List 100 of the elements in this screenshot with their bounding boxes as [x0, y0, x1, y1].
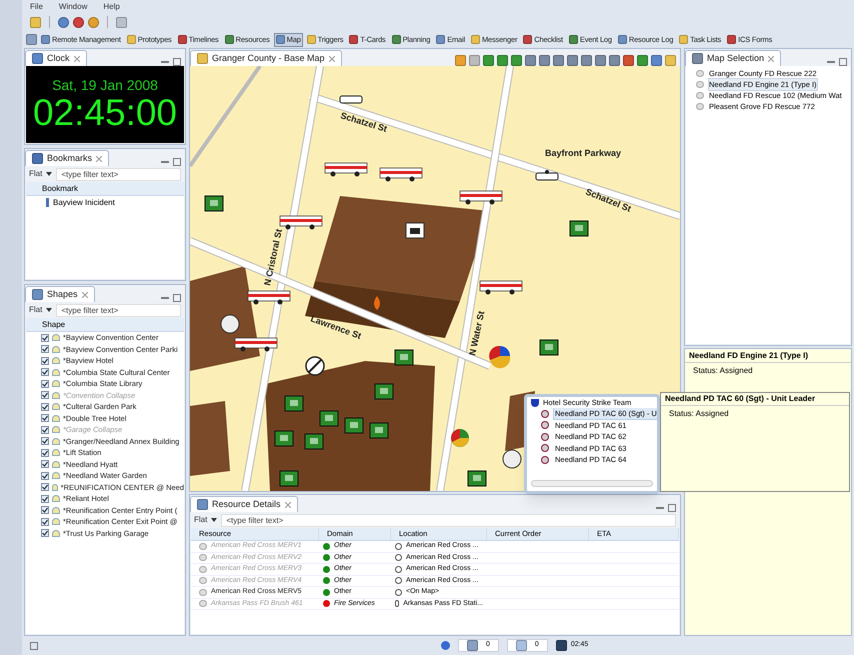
clock-date: Sat, 19 Jan 2008	[52, 76, 158, 92]
fire-truck-icon[interactable]	[480, 280, 522, 294]
perspective-icon	[436, 35, 446, 44]
checkbox[interactable]	[41, 437, 49, 446]
fire-icon[interactable]	[374, 296, 380, 310]
close-icon[interactable]	[82, 292, 88, 298]
toolbar-icon	[665, 55, 676, 66]
tooltip-title: Needland PD TAC 60 (Sgt) - Unit Leader	[661, 393, 849, 406]
perspective-icon	[523, 35, 532, 44]
sign-icon[interactable]	[305, 356, 325, 376]
perspective-icon	[276, 35, 285, 44]
view-tab[interactable]: Shapes	[25, 286, 95, 302]
close-icon[interactable]	[284, 502, 291, 508]
checkbox[interactable]	[41, 368, 49, 376]
checkbox[interactable]	[41, 391, 49, 400]
pie-marker-icon[interactable]	[489, 346, 510, 368]
close-icon[interactable]	[768, 56, 774, 62]
checkbox[interactable]	[41, 506, 49, 514]
clock-time: 02:45:00	[32, 92, 178, 132]
fire-truck-icon[interactable]	[380, 168, 422, 182]
view-tab[interactable]: Granger County - Base Map	[190, 50, 342, 66]
list-item[interactable]: Bayview Inicident	[53, 196, 115, 208]
caret-icon	[46, 308, 52, 312]
perspective-icon	[392, 35, 401, 44]
checkbox[interactable]	[41, 426, 49, 434]
unit-marker-icon[interactable]	[304, 434, 324, 450]
caret-icon	[211, 518, 218, 522]
column-header[interactable]: Shape	[26, 318, 184, 332]
unit-marker-icon[interactable]	[468, 470, 486, 486]
maximize-icon[interactable]	[668, 504, 676, 512]
fire-truck-icon[interactable]	[234, 338, 278, 352]
view-tab[interactable]: Clock	[25, 50, 87, 66]
checkbox[interactable]	[41, 494, 49, 503]
unit-marker-icon[interactable]	[344, 418, 364, 434]
fire-truck-icon[interactable]	[460, 190, 502, 204]
checkbox[interactable]	[41, 414, 49, 422]
mode-dropdown[interactable]: Flat	[194, 514, 218, 526]
column-header[interactable]: Bookmark	[26, 182, 184, 196]
street-label: N Water St	[467, 310, 486, 356]
toolbar-icon	[581, 55, 592, 66]
checkbox[interactable]	[41, 529, 49, 538]
toolbar-icon	[539, 55, 550, 66]
checkbox[interactable]	[41, 483, 49, 492]
toolbar-icon	[651, 55, 662, 66]
checkbox[interactable]	[41, 518, 49, 526]
mode-dropdown[interactable]: Flat	[29, 304, 52, 316]
filter-field[interactable]: <type filter text>	[56, 304, 181, 316]
toolbar-icon	[469, 55, 480, 66]
mode-dropdown[interactable]: Flat	[29, 168, 52, 180]
perspective-icon	[41, 35, 50, 44]
filter-field[interactable]: <type filter text>	[221, 514, 676, 526]
unit-marker-icon[interactable]	[370, 422, 388, 438]
toolbar-icon	[511, 55, 522, 66]
checkbox[interactable]	[41, 472, 49, 480]
pie-marker-icon[interactable]	[451, 429, 469, 447]
toolbar-icon	[609, 55, 620, 66]
view-tab[interactable]: Resource Details	[190, 496, 298, 512]
toolbar-icon	[623, 55, 634, 66]
close-icon[interactable]	[74, 56, 80, 62]
street-label: N Cristoral St	[262, 228, 284, 286]
menu-item[interactable]: Window	[58, 0, 88, 12]
horizontal-scrollbar[interactable]	[531, 480, 653, 487]
unit-marker-icon[interactable]	[280, 470, 298, 486]
toolbar-icon	[455, 55, 466, 66]
unit-marker-icon[interactable]	[284, 396, 304, 412]
toolbar-icon	[483, 55, 494, 66]
checkbox[interactable]	[41, 345, 49, 354]
unit-marker-icon[interactable]	[374, 384, 394, 400]
maximize-icon[interactable]	[173, 158, 181, 166]
unit-marker-icon[interactable]	[540, 340, 558, 356]
toolbar-icon	[497, 55, 508, 66]
street-label: Bayfront Parkway	[545, 148, 622, 158]
menu-item[interactable]: Help	[103, 0, 120, 12]
checkbox[interactable]	[41, 334, 49, 342]
fire-truck-icon[interactable]	[280, 216, 322, 230]
filter-field[interactable]: <type filter text>	[56, 168, 181, 180]
maximize-icon[interactable]	[173, 294, 181, 302]
view-tab[interactable]: Map Selection	[685, 50, 782, 66]
perspective-icon	[568, 35, 578, 44]
unit-marker-icon[interactable]	[320, 410, 338, 426]
unit-marker-icon[interactable]	[570, 220, 588, 236]
close-icon[interactable]	[328, 56, 335, 62]
checkbox[interactable]	[41, 380, 49, 388]
unit-marker-icon[interactable]	[394, 350, 414, 366]
checkbox[interactable]	[41, 402, 49, 411]
toolbar-icon	[637, 55, 648, 66]
perspective-icon	[178, 35, 187, 44]
fire-truck-icon[interactable]	[248, 290, 290, 304]
menu-item[interactable]: File	[30, 0, 43, 12]
checkbox[interactable]	[41, 356, 49, 365]
close-icon[interactable]	[96, 156, 102, 162]
checkbox[interactable]	[41, 448, 49, 457]
fire-truck-icon[interactable]	[324, 162, 368, 176]
view-tab[interactable]: Bookmarks	[25, 150, 110, 166]
perspective-icon	[224, 35, 234, 44]
perspective-icon	[679, 35, 688, 44]
perspective-icon	[727, 35, 736, 44]
checkbox[interactable]	[41, 460, 49, 468]
unit-marker-icon[interactable]	[274, 430, 294, 446]
unit-marker-icon[interactable]	[204, 196, 224, 212]
